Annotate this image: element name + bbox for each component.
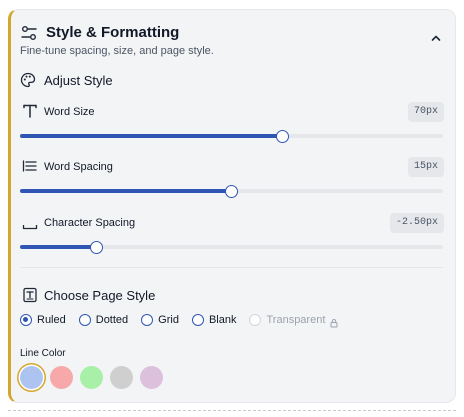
- line-color-label: Line Color: [20, 348, 66, 359]
- text-size-icon: [22, 103, 38, 119]
- word-spacing-slider[interactable]: [20, 184, 443, 198]
- word-spacing-slider-thumb[interactable]: [225, 184, 238, 198]
- radio-blank[interactable]: Blank: [191, 314, 237, 326]
- word-spacing-slider-fill: [20, 189, 232, 193]
- word-spacing-icon: [22, 159, 38, 175]
- character-spacing-slider[interactable]: [20, 240, 443, 254]
- panel-subtitle: Fine-tune spacing, size, and page style.: [20, 45, 214, 57]
- radio-dotted[interactable]: Dotted: [78, 314, 129, 326]
- section-divider: [20, 267, 443, 268]
- color-swatch-red[interactable]: [50, 366, 73, 389]
- chevron-up-icon[interactable]: [429, 31, 443, 45]
- palette-icon: [20, 72, 36, 88]
- radio-grid-label: Grid: [158, 314, 179, 326]
- style-formatting-panel: Style & Formatting Fine-tune spacing, si…: [8, 9, 456, 403]
- word-size-label: Word Size: [44, 106, 95, 118]
- radio-ruled-indicator[interactable]: [20, 314, 32, 326]
- word-size-slider-thumb[interactable]: [275, 129, 289, 143]
- lock-icon: [329, 315, 339, 328]
- adjust-style-title: Adjust Style: [44, 73, 113, 88]
- radio-dotted-indicator[interactable]: [78, 314, 91, 326]
- word-size-slider[interactable]: [20, 129, 443, 143]
- character-spacing-slider-thumb[interactable]: [89, 240, 103, 254]
- character-spacing-slider-fill: [20, 245, 97, 249]
- word-size-slider-fill: [20, 134, 283, 138]
- line-color-swatches: [20, 366, 170, 389]
- word-spacing-value: 15px: [407, 157, 444, 177]
- radio-blank-label: Blank: [208, 314, 237, 326]
- dashed-divider: [8, 410, 456, 411]
- radio-ruled-label: Ruled: [37, 314, 66, 326]
- panel-title: Style & Formatting: [46, 24, 180, 41]
- character-spacing-icon: [22, 216, 38, 232]
- radio-ruled[interactable]: Ruled: [20, 314, 66, 326]
- sliders-icon: [20, 24, 38, 42]
- color-swatch-gray[interactable]: [110, 366, 133, 389]
- color-swatch-purple[interactable]: [140, 366, 163, 389]
- radio-grid-indicator[interactable]: [141, 314, 154, 326]
- character-spacing-value: -2.50px: [389, 213, 444, 233]
- radio-blank-indicator[interactable]: [191, 314, 204, 326]
- color-swatch-blue[interactable]: [20, 366, 43, 389]
- character-spacing-label: Character Spacing: [44, 217, 136, 229]
- page-style-options: Ruled Dotted Grid Blank Transparent: [20, 314, 352, 328]
- radio-transparent: Transparent: [249, 314, 339, 328]
- radio-dotted-label: Dotted: [95, 314, 129, 326]
- radio-transparent-indicator: [249, 314, 262, 326]
- radio-transparent-label: Transparent: [266, 314, 326, 326]
- page-icon: [22, 287, 38, 303]
- color-swatch-green[interactable]: [80, 366, 103, 389]
- word-spacing-label: Word Spacing: [44, 161, 113, 173]
- page-style-title: Choose Page Style: [44, 288, 156, 303]
- radio-grid[interactable]: Grid: [141, 314, 179, 326]
- word-size-value: 70px: [407, 102, 444, 122]
